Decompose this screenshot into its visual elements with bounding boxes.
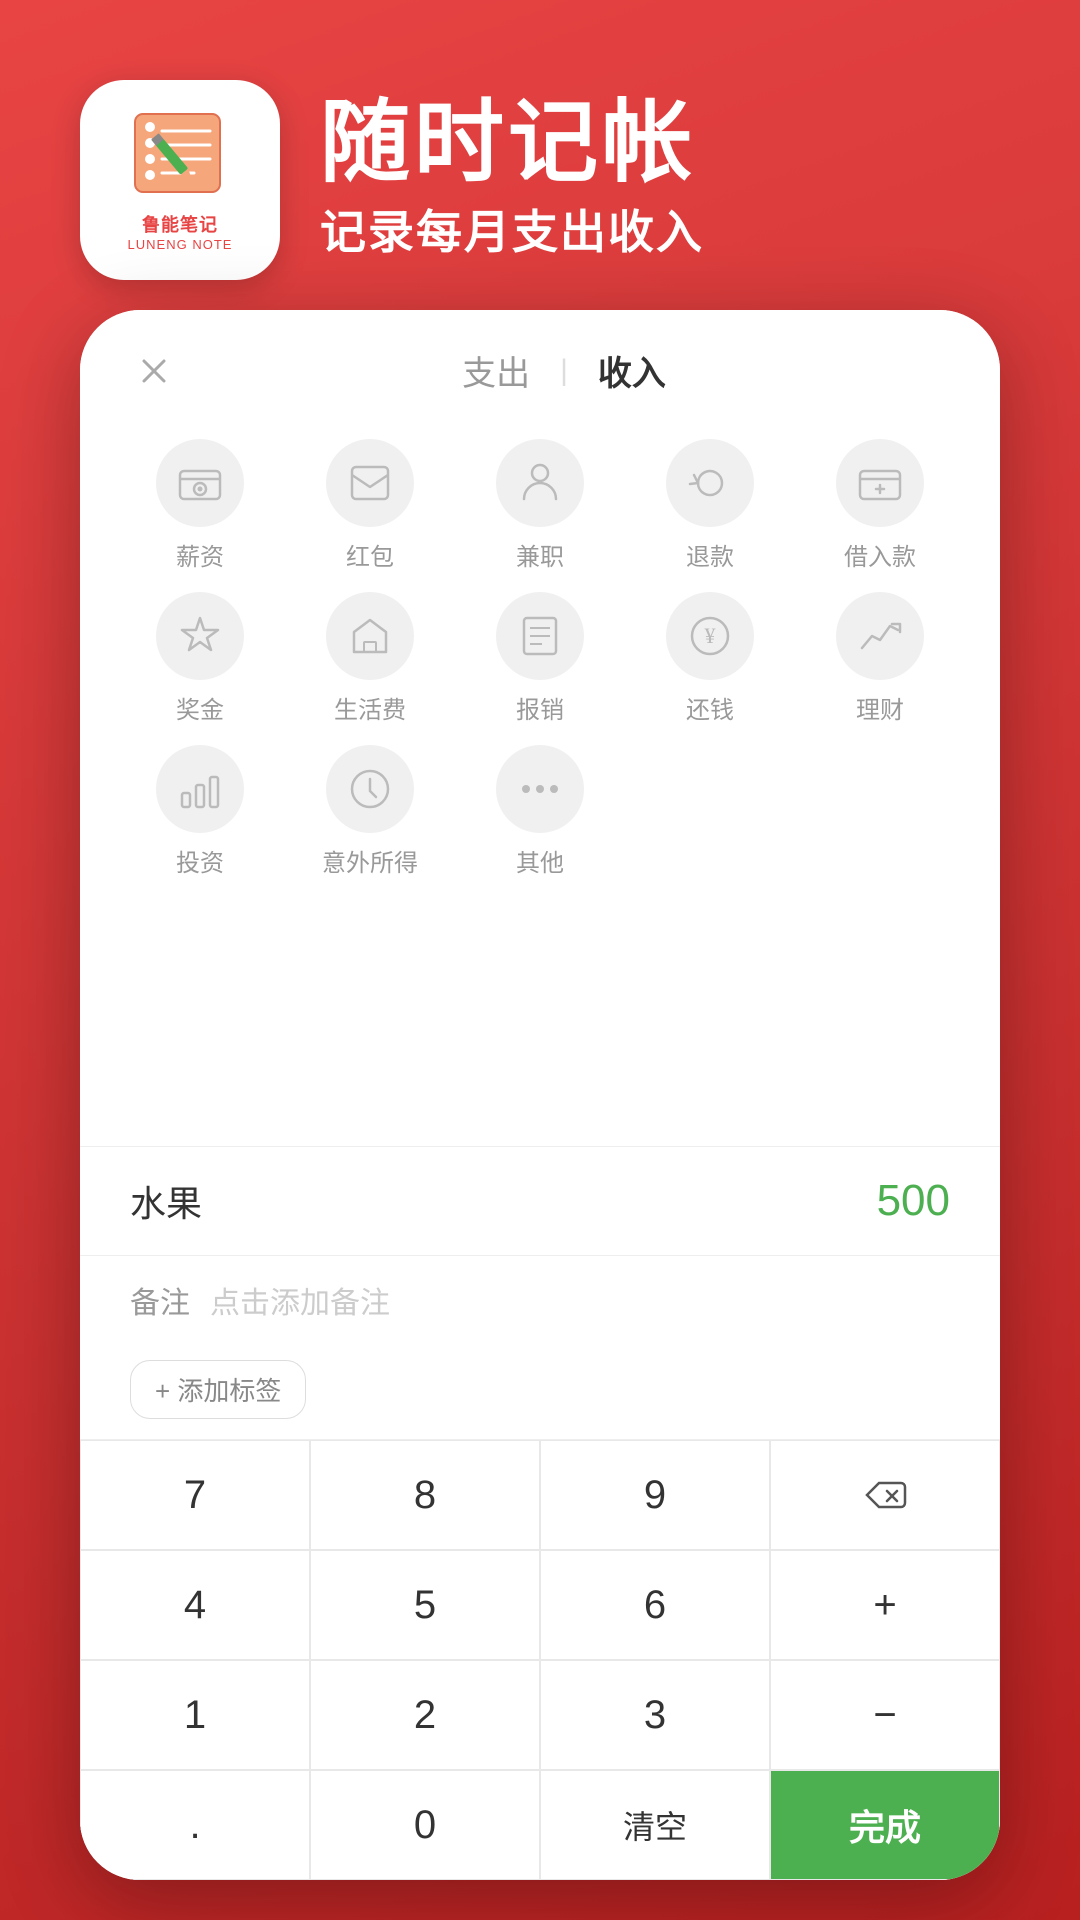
category-return-money-label: 还钱: [686, 690, 734, 725]
add-tag-button[interactable]: + 添加标签: [130, 1360, 306, 1419]
category-red-envelope[interactable]: 红包: [290, 439, 450, 572]
note-placeholder: 点击添加备注: [210, 1278, 390, 1322]
category-investment-income[interactable]: 理财: [800, 592, 960, 725]
category-borrow-label: 借入款: [844, 537, 916, 572]
category-borrow[interactable]: 借入款: [800, 439, 960, 572]
delete-button[interactable]: [770, 1440, 1000, 1550]
category-part-time-label: 兼职: [516, 537, 564, 572]
category-investment-income-label: 理财: [856, 690, 904, 725]
header: 鲁能笔记 LUNENG NOTE 随时记帐 记录每月支出收入: [0, 0, 1080, 340]
close-button[interactable]: [130, 347, 178, 395]
category-part-time[interactable]: 兼职: [460, 439, 620, 572]
category-reimbursement[interactable]: 报销: [460, 592, 620, 725]
num-6[interactable]: 6: [540, 1550, 770, 1660]
category-refund[interactable]: 退款: [630, 439, 790, 572]
category-salary[interactable]: 薪资: [120, 439, 280, 572]
app-name-en-label: LUNENG NOTE: [128, 237, 233, 252]
category-investment-label: 投资: [176, 843, 224, 878]
category-other-label: 其他: [516, 843, 564, 878]
category-red-envelope-label: 红包: [346, 537, 394, 572]
num-2[interactable]: 2: [310, 1660, 540, 1770]
title-sub: 记录每月支出收入: [320, 196, 704, 262]
num-5[interactable]: 5: [310, 1550, 540, 1660]
category-refund-label: 退款: [686, 537, 734, 572]
category-salary-label: 薪资: [176, 537, 224, 572]
num-1[interactable]: 1: [80, 1660, 310, 1770]
num-7[interactable]: 7: [80, 1440, 310, 1550]
category-living-label: 生活费: [334, 690, 406, 725]
plus-button[interactable]: +: [770, 1550, 1000, 1660]
add-tag-label: + 添加标签: [155, 1371, 281, 1408]
app-name-label: 鲁能笔记: [142, 211, 218, 237]
phone-mockup: 支出 | 收入 薪资: [80, 310, 1000, 1880]
category-other[interactable]: 其他: [460, 745, 620, 878]
tab-expense[interactable]: 支出: [432, 346, 560, 395]
category-bonus-label: 奖金: [176, 690, 224, 725]
tag-row: + 添加标签: [80, 1344, 1000, 1440]
num-9[interactable]: 9: [540, 1440, 770, 1550]
category-grid: 薪资 红包 兼职: [80, 419, 1000, 898]
minus-button[interactable]: −: [770, 1660, 1000, 1770]
category-return-money[interactable]: ¥ 还钱: [630, 592, 790, 725]
done-button[interactable]: 完成: [770, 1770, 1000, 1880]
tab-bar: 支出 | 收入: [80, 310, 1000, 419]
tabs: 支出 | 收入: [178, 346, 950, 395]
amount-row: 水果 500: [80, 1146, 1000, 1255]
header-title: 随时记帐 记录每月支出收入: [320, 98, 704, 262]
num-0[interactable]: 0: [310, 1770, 540, 1880]
clear-button[interactable]: 清空: [540, 1770, 770, 1880]
num-3[interactable]: 3: [540, 1660, 770, 1770]
category-reimbursement-label: 报销: [516, 690, 564, 725]
category-unexpected[interactable]: 意外所得: [290, 745, 450, 878]
num-8[interactable]: 8: [310, 1440, 540, 1550]
tab-divider: |: [560, 354, 568, 388]
svg-text:¥: ¥: [705, 623, 716, 648]
item-name: 水果: [130, 1175, 202, 1227]
amount-value: 500: [877, 1176, 950, 1226]
category-living[interactable]: 生活费: [290, 592, 450, 725]
numpad: 7 8 9 4 5 6 + 1 2 3 − . 0 清空 完: [80, 1440, 1000, 1880]
note-label: 备注: [130, 1278, 190, 1322]
note-row[interactable]: 备注 点击添加备注: [80, 1255, 1000, 1344]
category-unexpected-label: 意外所得: [322, 843, 418, 878]
tab-income[interactable]: 收入: [568, 346, 696, 395]
category-investment[interactable]: 投资: [120, 745, 280, 878]
spacer: [80, 898, 1000, 1146]
app-icon: 鲁能笔记 LUNENG NOTE: [80, 80, 280, 280]
dot-button[interactable]: .: [80, 1770, 310, 1880]
title-main: 随时记帐: [320, 98, 704, 188]
category-bonus[interactable]: 奖金: [120, 592, 280, 725]
num-4[interactable]: 4: [80, 1550, 310, 1660]
